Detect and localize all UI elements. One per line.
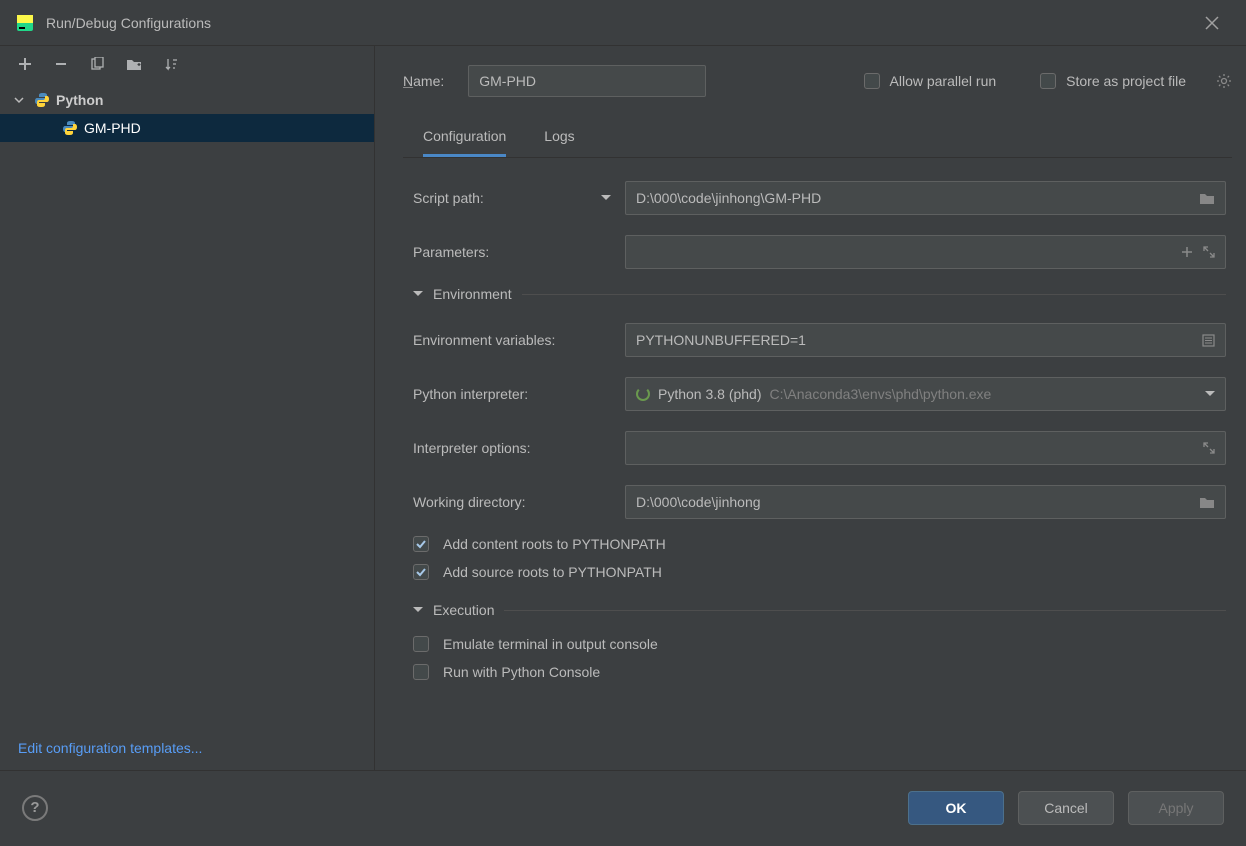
name-input[interactable] xyxy=(468,65,706,97)
folder-browse-icon[interactable] xyxy=(1199,192,1215,205)
titlebar: Run/Debug Configurations xyxy=(0,0,1246,46)
close-icon xyxy=(1205,16,1219,30)
chevron-down-icon xyxy=(413,605,423,615)
interpreter-select[interactable]: Python 3.8 (phd) C:\Anaconda3\envs\phd\p… xyxy=(625,377,1226,411)
script-path-input[interactable]: D:\000\code\jinhong\GM-PHD xyxy=(625,181,1226,215)
loading-spinner-icon xyxy=(636,387,650,401)
parameters-input[interactable] xyxy=(625,235,1226,269)
add-icon[interactable] xyxy=(18,57,32,71)
env-vars-input[interactable]: PYTHONUNBUFFERED=1 xyxy=(625,323,1226,357)
python-icon xyxy=(62,120,78,136)
footer: ? OK Cancel Apply xyxy=(0,770,1246,844)
source-roots-checkbox[interactable]: Add source roots to PYTHONPATH xyxy=(413,564,1226,580)
add-param-icon[interactable] xyxy=(1181,246,1193,258)
folder-browse-icon[interactable] xyxy=(1199,496,1215,509)
workdir-input[interactable]: D:\000\code\jinhong xyxy=(625,485,1226,519)
apply-button[interactable]: Apply xyxy=(1128,791,1224,825)
store-project-checkbox[interactable]: Store as project file xyxy=(1040,73,1186,89)
tree-item-gm-phd[interactable]: GM-PHD xyxy=(0,114,374,142)
gear-icon[interactable] xyxy=(1216,73,1232,89)
cancel-button[interactable]: Cancel xyxy=(1018,791,1114,825)
sidebar: Python GM-PHD Edit configuration templat… xyxy=(0,46,375,770)
sort-icon[interactable] xyxy=(164,57,178,71)
execution-section[interactable]: Execution xyxy=(413,602,1226,618)
expand-icon[interactable] xyxy=(1203,442,1215,454)
interp-opts-input[interactable] xyxy=(625,431,1226,465)
chevron-down-icon xyxy=(413,289,423,299)
content-roots-checkbox[interactable]: Add content roots to PYTHONPATH xyxy=(413,536,1226,552)
close-button[interactable] xyxy=(1194,5,1230,41)
script-path-label: Script path: xyxy=(413,190,484,206)
interp-opts-label: Interpreter options: xyxy=(413,440,625,456)
run-python-console-checkbox[interactable]: Run with Python Console xyxy=(413,664,1226,680)
allow-parallel-checkbox[interactable]: Allow parallel run xyxy=(864,73,997,89)
config-tree: Python GM-PHD xyxy=(0,82,374,726)
chevron-down-icon xyxy=(1205,389,1215,399)
script-path-dropdown-icon[interactable] xyxy=(601,193,611,203)
ok-button[interactable]: OK xyxy=(908,791,1004,825)
pycharm-icon xyxy=(16,14,34,32)
name-label: Name: xyxy=(403,73,444,89)
tree-node-label: Python xyxy=(56,92,103,108)
python-icon xyxy=(34,92,50,108)
tree-node-python[interactable]: Python xyxy=(0,86,374,114)
environment-section[interactable]: Environment xyxy=(413,286,1226,302)
configuration-form: Script path: D:\000\code\jinhong\GM-PHD … xyxy=(403,158,1232,692)
remove-icon[interactable] xyxy=(54,57,68,71)
list-icon[interactable] xyxy=(1202,334,1215,347)
tab-logs[interactable]: Logs xyxy=(544,128,574,157)
copy-icon[interactable] xyxy=(90,57,104,71)
window-title: Run/Debug Configurations xyxy=(46,15,1194,31)
sidebar-toolbar xyxy=(0,46,374,82)
help-button[interactable]: ? xyxy=(22,795,48,821)
edit-templates-link[interactable]: Edit configuration templates... xyxy=(0,726,374,770)
chevron-down-icon xyxy=(14,95,28,105)
tree-item-label: GM-PHD xyxy=(84,120,141,136)
folder-icon[interactable] xyxy=(126,57,142,71)
emulate-terminal-checkbox[interactable]: Emulate terminal in output console xyxy=(413,636,1226,652)
tab-configuration[interactable]: Configuration xyxy=(423,128,506,157)
main-panel: Name: Allow parallel run Store as projec… xyxy=(375,46,1246,770)
tabs: Configuration Logs xyxy=(403,116,1232,158)
expand-icon[interactable] xyxy=(1203,246,1215,258)
